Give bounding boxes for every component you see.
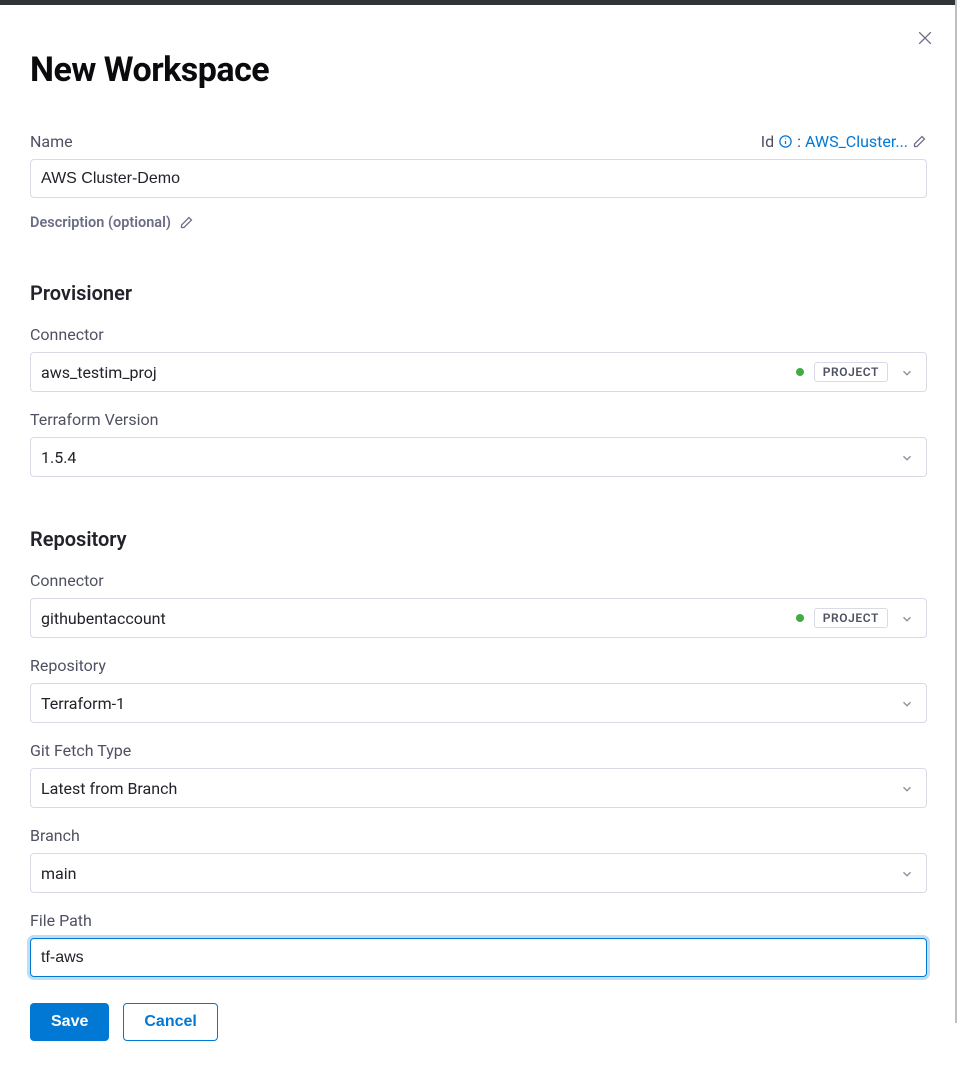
filepath-input[interactable] xyxy=(30,938,927,977)
page-title: New Workspace xyxy=(30,50,927,90)
chevron-down-icon xyxy=(900,781,914,795)
terraform-version-value: 1.5.4 xyxy=(41,448,888,467)
provisioner-connector-label: Connector xyxy=(30,325,927,344)
status-dot-icon xyxy=(796,614,804,622)
edit-description-button[interactable] xyxy=(179,215,194,230)
filepath-label: File Path xyxy=(30,911,927,930)
provisioner-connector-value: aws_testim_proj xyxy=(41,363,796,382)
provisioner-heading: Provisioner xyxy=(30,281,927,305)
chevron-down-icon xyxy=(900,611,914,625)
chevron-down-icon xyxy=(900,450,914,464)
branch-value: main xyxy=(41,864,888,883)
id-label: Id xyxy=(761,132,774,151)
terraform-version-select[interactable]: 1.5.4 xyxy=(30,437,927,477)
terraform-version-label: Terraform Version xyxy=(30,410,927,429)
save-button[interactable]: Save xyxy=(30,1003,109,1041)
window-top-strip xyxy=(0,0,957,5)
fetch-type-select[interactable]: Latest from Branch xyxy=(30,768,927,808)
description-label: Description (optional) xyxy=(30,214,171,231)
scope-tag: PROJECT xyxy=(814,362,888,382)
name-input[interactable] xyxy=(30,159,927,198)
provisioner-connector-select[interactable]: aws_testim_proj PROJECT xyxy=(30,352,927,392)
branch-select[interactable]: main xyxy=(30,853,927,893)
id-colon: : xyxy=(797,132,801,151)
cancel-button[interactable]: Cancel xyxy=(123,1003,217,1041)
repo-name-label: Repository xyxy=(30,656,927,675)
chevron-down-icon xyxy=(900,365,914,379)
scope-tag: PROJECT xyxy=(814,608,888,628)
close-button[interactable] xyxy=(915,28,935,48)
fetch-type-value: Latest from Branch xyxy=(41,779,888,798)
chevron-down-icon xyxy=(900,696,914,710)
status-dot-icon xyxy=(796,368,804,376)
name-label: Name xyxy=(30,132,73,151)
close-icon xyxy=(915,28,935,48)
repository-heading: Repository xyxy=(30,527,927,551)
repo-connector-select[interactable]: githubentaccount PROJECT xyxy=(30,598,927,638)
info-icon[interactable] xyxy=(778,134,793,149)
fetch-type-label: Git Fetch Type xyxy=(30,741,927,760)
id-value: AWS_Cluster... xyxy=(805,132,908,151)
id-block: Id : AWS_Cluster... xyxy=(761,132,927,151)
branch-label: Branch xyxy=(30,826,927,845)
repo-connector-value: githubentaccount xyxy=(41,609,796,628)
chevron-down-icon xyxy=(900,866,914,880)
repo-name-value: Terraform-1 xyxy=(41,694,888,713)
repo-connector-label: Connector xyxy=(30,571,927,590)
edit-id-button[interactable] xyxy=(912,134,927,149)
repo-name-select[interactable]: Terraform-1 xyxy=(30,683,927,723)
